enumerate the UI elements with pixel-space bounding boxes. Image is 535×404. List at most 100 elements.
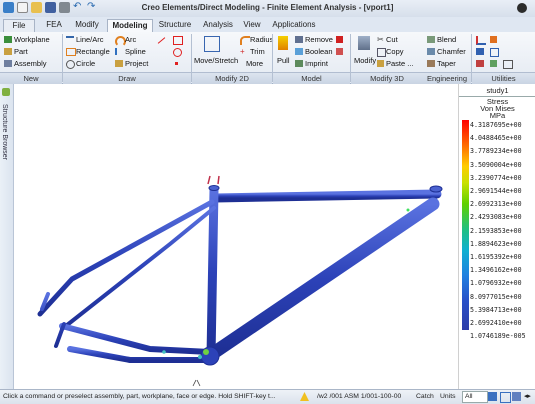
status-bar: Click a command or preselect assembly, p… xyxy=(0,389,535,404)
viewport[interactable] xyxy=(0,84,535,389)
result-legend: study1 Stress Von Mises MPa 4.3187695e+0… xyxy=(458,84,535,389)
part-button[interactable]: Part xyxy=(14,47,28,57)
view-icon[interactable] xyxy=(488,392,497,401)
project-button[interactable]: Project xyxy=(125,59,148,69)
chamfer-button[interactable]: Chamfer xyxy=(437,47,466,57)
blend-button[interactable]: Blend xyxy=(437,35,456,45)
blend-icon xyxy=(427,36,435,43)
legend-value: 1.0796932e+00 xyxy=(470,279,522,288)
boolean-red-icon xyxy=(336,48,343,55)
group-new: New xyxy=(0,72,62,84)
legend-value: 2.9691544e+00 xyxy=(470,187,522,195)
modify-button[interactable]: Modify xyxy=(354,56,376,66)
chain-stay xyxy=(59,323,213,355)
grid-icon[interactable] xyxy=(490,48,499,57)
paste-button[interactable]: Paste ... xyxy=(386,59,414,69)
taper-icon xyxy=(427,60,435,67)
move-stretch-button[interactable]: Move/Stretch xyxy=(194,56,238,66)
legend-value: 1.3496162e+00 xyxy=(470,266,522,275)
seat-clamp xyxy=(207,175,220,185)
copy-icon xyxy=(377,48,386,57)
group-utilities: Utilities xyxy=(472,72,535,84)
tab-structure[interactable]: Structure xyxy=(153,19,197,31)
seat-tube-top xyxy=(208,185,220,191)
catch-button[interactable]: Catch xyxy=(416,390,434,403)
units-select[interactable]: All xyxy=(462,391,488,403)
point-tool-icon[interactable] xyxy=(175,62,178,65)
units-label: Units xyxy=(440,393,456,400)
legend-value: 5.3984713e+00 xyxy=(470,305,522,314)
head-tube-top xyxy=(429,185,443,193)
zoom-icon[interactable] xyxy=(512,392,521,401)
assembly-icon xyxy=(4,60,12,67)
annotate-icon[interactable] xyxy=(476,60,484,67)
tab-modeling[interactable]: Modeling xyxy=(107,19,153,33)
tab-fea[interactable]: FEA xyxy=(42,19,66,31)
warning-icon[interactable] xyxy=(300,392,309,401)
spline-button[interactable]: Spline xyxy=(125,47,146,57)
polygon-tool-icon[interactable] xyxy=(173,36,183,45)
arc-button[interactable]: Arc xyxy=(125,35,136,45)
tab-analysis[interactable]: Analysis xyxy=(199,19,237,31)
chamfer-icon xyxy=(427,48,435,55)
seat-stay xyxy=(37,199,215,317)
taper-button[interactable]: Taper xyxy=(437,59,456,69)
more-button[interactable]: More xyxy=(246,59,263,69)
cut-icon: ✂ xyxy=(377,35,384,44)
remove-button[interactable]: Remove xyxy=(305,35,333,45)
active-path[interactable]: /w2 /001 ASM 1/001-100-00 xyxy=(317,390,401,403)
check-icon[interactable] xyxy=(490,60,497,67)
circle-tool-icon[interactable] xyxy=(173,48,182,57)
copy-button[interactable]: Copy xyxy=(386,47,404,57)
bottom-bracket xyxy=(200,346,220,366)
top-tube xyxy=(210,189,442,203)
imprint-icon xyxy=(295,60,303,67)
line-arc-button[interactable]: Line/Arc xyxy=(76,35,104,45)
tab-modify[interactable]: Modify xyxy=(70,19,104,31)
pull-icon xyxy=(278,36,288,50)
legend-value: 2.4293083e+00 xyxy=(470,213,522,222)
structure-browser-tab[interactable]: Structure Browser xyxy=(0,84,14,389)
imprint-button[interactable]: Imprint xyxy=(305,59,328,69)
pull-button[interactable]: Pull xyxy=(277,56,290,66)
stress-hotspot xyxy=(203,349,209,355)
stress-hotspot xyxy=(162,350,166,354)
stress-hotspot xyxy=(406,208,410,212)
legend-value: 4.0488465e+00 xyxy=(470,134,522,143)
help-icon[interactable] xyxy=(517,3,527,13)
layout-icon[interactable] xyxy=(500,392,511,403)
legend-value: 2.6992410e+00 xyxy=(470,319,522,327)
boolean-icon xyxy=(295,48,303,55)
boolean-button[interactable]: Boolean xyxy=(305,47,333,57)
legend-value: 4.3187695e+00 xyxy=(470,121,522,129)
group-modify-2d: Modify 2D xyxy=(192,72,272,84)
trim-button[interactable]: Trim xyxy=(250,47,265,57)
rectangle-button[interactable]: Rectangle xyxy=(76,47,110,57)
cut-button[interactable]: Cut xyxy=(386,35,398,45)
structure-browser-icon xyxy=(2,88,10,96)
assembly-button[interactable]: Assembly xyxy=(14,59,47,69)
measure-icon[interactable] xyxy=(476,36,486,45)
legend-value: 1.0746189e-005 xyxy=(470,332,526,341)
tab-applications[interactable]: Applications xyxy=(268,19,320,31)
paste-icon xyxy=(377,60,384,67)
circle-icon xyxy=(66,60,75,69)
group-draw: Draw xyxy=(63,72,191,84)
workplane-button[interactable]: Workplane xyxy=(14,35,50,45)
bike-frame-model[interactable] xyxy=(0,84,535,389)
flag-icon[interactable] xyxy=(490,36,497,43)
color-scale-bar xyxy=(462,120,469,330)
remove-icon xyxy=(295,36,303,43)
down-tube xyxy=(205,197,440,361)
modify-icon xyxy=(358,36,370,50)
arrows-icon[interactable]: ◂▸ xyxy=(524,390,531,403)
seat-stay-right xyxy=(60,206,216,331)
circle-button[interactable]: Circle xyxy=(76,59,95,69)
table-icon[interactable] xyxy=(503,60,513,69)
list-icon[interactable] xyxy=(476,48,484,55)
tab-file[interactable]: File xyxy=(3,19,35,32)
radius-button[interactable]: Radius xyxy=(250,35,273,45)
line-arc-icon xyxy=(66,36,74,45)
tab-view[interactable]: View xyxy=(239,19,265,31)
part-icon xyxy=(4,48,12,55)
